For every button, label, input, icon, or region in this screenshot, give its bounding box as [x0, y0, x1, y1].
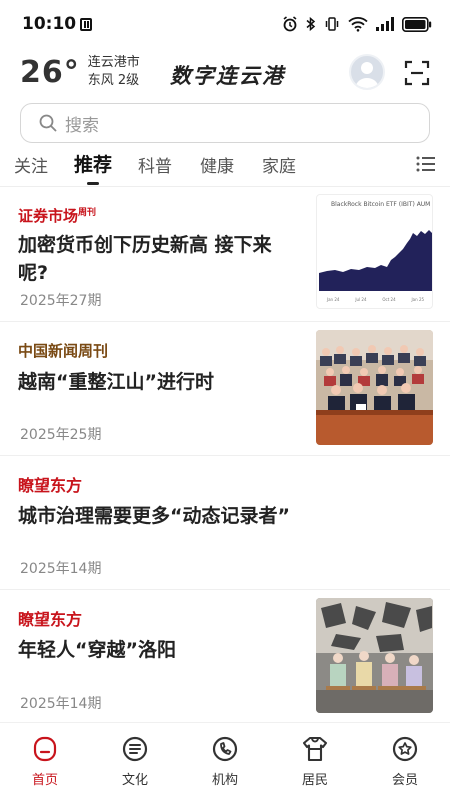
header: 26° 连云港市 东风 2级 数字连云港: [0, 48, 450, 98]
category-tabs: 关注 推荐 科普 健康 家庭: [0, 146, 450, 186]
nav-member[interactable]: 会员: [360, 735, 450, 788]
thumb-axis: Jan 24 Jul 24 Oct 24 Jan 25: [319, 297, 432, 302]
thumb-chart-caption: BlackRock Bitcoin ETF (IBIT) AUM: [331, 201, 431, 208]
nav-institution-label: 机构: [211, 773, 238, 788]
article-thumbnail: BlackRock Bitcoin ETF (IBIT) AUM Jan 24 …: [316, 194, 433, 309]
title-line: 加密货币创下历史新高 接下来: [18, 234, 272, 256]
user-silhouette-icon: [355, 62, 379, 88]
source-suffix: 周刊: [78, 208, 97, 218]
article-item[interactable]: 瞭望东方 城市治理需要更多“动态记录者” 2025年14期: [0, 456, 450, 590]
article-title: 加密货币创下历史新高 接下来 呢?: [18, 231, 272, 287]
luoyang-photo: [316, 598, 433, 713]
alarm-icon: [283, 16, 297, 32]
article-source: 瞭望东方: [18, 476, 83, 495]
temperature: 26°: [20, 54, 80, 90]
resident-icon: [302, 736, 328, 762]
wind-info: 东风 2级: [87, 73, 140, 88]
nav-member-label: 会员: [391, 773, 418, 788]
article-date: 2025年14期: [20, 696, 102, 712]
thumb-axis-tick: Jan 24: [326, 297, 340, 302]
tab-follow[interactable]: 关注: [14, 152, 48, 177]
thumb-axis-tick: Jul 24: [355, 297, 367, 302]
tab-recommend[interactable]: 推荐: [74, 150, 112, 177]
article-item[interactable]: 瞭望东方 年轻人“穿越”洛阳 2025年14期: [0, 590, 450, 722]
wifi-icon: [348, 17, 368, 32]
article-title: 年轻人“穿越”洛阳: [18, 639, 176, 661]
nav-resident[interactable]: 居民: [270, 735, 360, 788]
search-input[interactable]: 搜索: [20, 103, 430, 143]
bluetooth-icon: [306, 16, 316, 32]
tab-science[interactable]: 科普: [138, 152, 172, 177]
nav-institution[interactable]: 机构: [180, 735, 270, 788]
nfc-icon: [80, 17, 93, 31]
thumb-axis-tick: Oct 24: [382, 297, 396, 302]
menu-list-icon[interactable]: [416, 154, 436, 174]
signal-icon: [376, 17, 394, 31]
app-brand-title: 数字连云港: [170, 63, 285, 88]
article-date: 2025年14期: [20, 561, 102, 577]
culture-icon: [122, 736, 148, 762]
nav-resident-label: 居民: [301, 773, 328, 788]
weather-widget[interactable]: 26° 连云港市 东风 2级: [20, 54, 140, 90]
status-icons: [282, 16, 432, 32]
article-thumbnail: [316, 330, 433, 445]
title-line: 呢?: [18, 262, 49, 284]
scan-icon[interactable]: [404, 60, 430, 86]
search-placeholder: 搜索: [65, 115, 99, 136]
article-item[interactable]: 中国新闻周刊 越南“重整江山”进行时 2025年25期: [0, 322, 450, 456]
clock-text: 10:10: [22, 14, 77, 34]
bottom-nav: 首页 文化 机构 居民 会员: [0, 722, 450, 800]
article-title: 城市治理需要更多“动态记录者”: [18, 505, 290, 527]
battery-icon: [402, 16, 432, 32]
status-time: 10:10: [22, 14, 93, 34]
article-date: 2025年27期: [20, 293, 102, 309]
nav-culture[interactable]: 文化: [90, 735, 180, 788]
vibrate-icon: [325, 17, 339, 31]
city-name: 连云港市: [87, 55, 140, 70]
article-source: 中国新闻周刊: [18, 342, 109, 360]
nav-home-label: 首页: [31, 773, 58, 788]
meeting-photo: [316, 330, 433, 445]
tab-family[interactable]: 家庭: [262, 152, 296, 177]
status-bar: 10:10: [0, 0, 450, 48]
member-icon: [392, 736, 418, 762]
thumb-area-chart: [319, 230, 432, 291]
nav-home[interactable]: 首页: [0, 735, 90, 788]
thumb-axis-tick: Jan 25: [411, 297, 425, 302]
article-date: 2025年25期: [20, 427, 102, 443]
nav-culture-label: 文化: [121, 773, 148, 788]
active-tab-indicator: [87, 182, 99, 185]
tab-health[interactable]: 健康: [200, 152, 234, 177]
article-thumbnail: [316, 598, 433, 713]
source-name: 证券市场: [18, 207, 79, 225]
article-source: 瞭望东方: [18, 610, 83, 629]
article-item[interactable]: 证券市场周刊 加密货币创下历史新高 接下来 呢? 2025年27期 BlackR…: [0, 187, 450, 322]
article-title: 越南“重整江山”进行时: [18, 371, 214, 393]
user-avatar[interactable]: [349, 54, 385, 90]
institution-icon: [212, 736, 238, 762]
home-icon: [33, 736, 57, 762]
search-icon: [39, 114, 57, 132]
weather-info: 连云港市 东风 2级: [88, 54, 140, 90]
article-source: 证券市场周刊: [18, 205, 96, 226]
